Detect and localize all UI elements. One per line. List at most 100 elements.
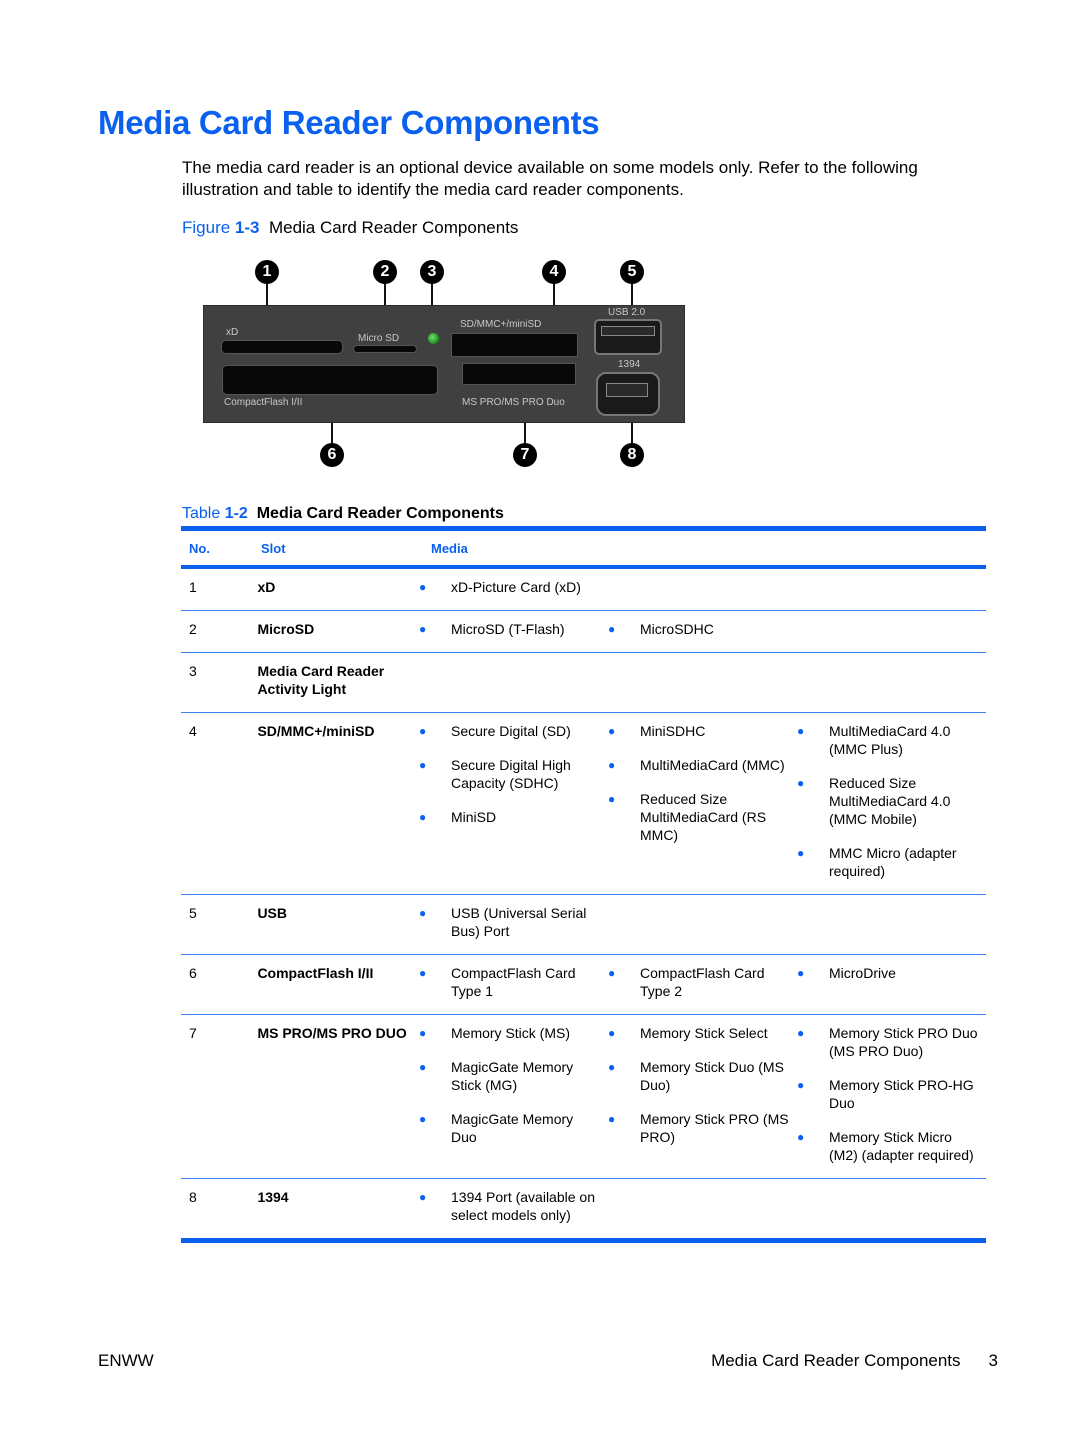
bullet-icon: ● <box>419 724 427 738</box>
media-column: ● Memory Stick (MS) ● MagicGate Memory Stic… <box>419 1024 608 1164</box>
cell-slot: xD <box>257 579 276 595</box>
table-header-row: No. Slot Media <box>181 531 986 565</box>
media-column <box>797 1188 986 1224</box>
callout-4: 4 <box>542 260 566 284</box>
media-list-item: ● Memory Stick Select <box>608 1024 797 1042</box>
bullet-icon: ● <box>608 966 616 980</box>
media-item-text: Memory Stick PRO-HG Duo <box>829 1077 974 1111</box>
callout-7: 7 <box>513 443 537 467</box>
media-item-text: USB (Universal Serial Bus) Port <box>451 905 587 939</box>
microsd-slot <box>354 346 416 352</box>
callout-2: 2 <box>373 260 397 284</box>
media-item-text: CompactFlash Card Type 2 <box>640 965 765 999</box>
media-column <box>797 620 986 638</box>
panel-label-ms: MS PRO/MS PRO Duo <box>462 397 565 408</box>
media-item-text: CompactFlash Card Type 1 <box>451 965 576 999</box>
bullet-icon: ● <box>797 724 805 738</box>
bullet-icon: ● <box>419 906 427 920</box>
table-row: 4 SD/MMC+/miniSD ● Secure Digital (SD) ● Secu… <box>181 713 986 895</box>
media-column: ● MicroSD (T-Flash) <box>419 620 608 638</box>
media-list-item: ● Memory Stick Duo (MS Duo) <box>608 1058 797 1094</box>
media-column <box>797 662 986 698</box>
bullet-icon: ● <box>608 792 616 806</box>
media-card-reader-illustration: xD Micro SD SD/MMC+/miniSD CompactFlash … <box>200 255 690 475</box>
media-column: ● CompactFlash Card Type 1 <box>419 964 608 1000</box>
media-list-item: ● MiniSD <box>419 808 608 826</box>
bullet-icon: ● <box>419 1112 427 1126</box>
media-item-text: MiniSDHC <box>640 723 706 739</box>
media-column <box>608 904 797 940</box>
cell-slot: Media Card Reader Activity Light <box>257 663 385 697</box>
media-item-text: MicroSD (T-Flash) <box>451 621 565 637</box>
cell-no: 7 <box>189 1025 197 1041</box>
media-list-item: ● MultiMediaCard 4.0 (MMC Plus) <box>797 722 986 758</box>
callout-6: 6 <box>320 443 344 467</box>
media-column <box>419 662 608 698</box>
media-column: ● Memory Stick Select ● Memory Stick Duo (M… <box>608 1024 797 1164</box>
media-item-text: Memory Stick PRO Duo (MS PRO Duo) <box>829 1025 978 1059</box>
media-item-text: MiniSD <box>451 809 497 825</box>
header-media: Media <box>431 540 468 556</box>
figure-caption: Figure 1-3 Media Card Reader Components <box>182 218 518 238</box>
media-item-text: Reduced Size MultiMediaCard (RS MMC) <box>640 791 767 843</box>
footer-locale: ENWW <box>98 1351 154 1370</box>
media-item-text: xD-Picture Card (xD) <box>451 579 581 595</box>
bullet-icon: ● <box>797 1078 805 1092</box>
media-list-item: ● MiniSDHC <box>608 722 797 740</box>
table-bottom-rule <box>181 1238 986 1243</box>
media-list-item: ● Memory Stick PRO (MS PRO) <box>608 1110 797 1146</box>
callout-1: 1 <box>255 260 279 284</box>
media-list-item: ● Reduced Size MultiMediaCard (RS MMC) <box>608 790 797 844</box>
bullet-icon: ● <box>419 622 427 636</box>
media-list-item: ● Memory Stick (MS) <box>419 1024 608 1042</box>
media-list-item: ● MagicGate Memory Stick (MG) <box>419 1058 608 1094</box>
cell-no: 3 <box>189 663 197 679</box>
media-list-item: ● Memory Stick PRO-HG Duo <box>797 1076 986 1112</box>
table-label-prefix: Table <box>182 505 225 522</box>
page-title: Media Card Reader Components <box>98 104 600 141</box>
bullet-icon: ● <box>608 1060 616 1074</box>
header-no: No. <box>189 540 210 556</box>
memory-stick-slot <box>463 364 575 384</box>
media-list-item: ● MagicGate Memory Duo <box>419 1110 608 1146</box>
media-item-text: MultiMediaCard (MMC) <box>640 757 785 773</box>
panel-label-cf: CompactFlash I/II <box>224 397 303 408</box>
media-list-item: ● MultiMediaCard (MMC) <box>608 756 797 774</box>
cell-media: ● 1394 Port (available on select models o… <box>419 1188 986 1224</box>
media-list-item: ● MicroSD (T-Flash) <box>419 620 608 638</box>
bullet-icon: ● <box>419 580 427 594</box>
media-item-text: Reduced Size MultiMediaCard 4.0 (MMC Mob… <box>829 775 951 827</box>
cell-no: 5 <box>189 905 197 921</box>
bullet-icon: ● <box>419 1190 427 1204</box>
media-column: ● Memory Stick PRO Duo (MS PRO Duo) ● Memor… <box>797 1024 986 1164</box>
media-list-item: ● Memory Stick PRO Duo (MS PRO Duo) <box>797 1024 986 1060</box>
media-list-item: ● MMC Micro (adapter required) <box>797 844 986 880</box>
bullet-icon: ● <box>797 846 805 860</box>
media-column <box>608 1188 797 1224</box>
xd-slot <box>222 341 342 353</box>
panel-label-1394: 1394 <box>618 359 641 370</box>
media-list-item: ● MicroSDHC <box>608 620 797 638</box>
table-body: 1 xD ● xD-Picture Card (xD) 2 MicroSD ● MicroSD… <box>181 569 986 1238</box>
bullet-icon: ● <box>608 1026 616 1040</box>
media-item-text: Memory Stick Micro (M2) (adapter require… <box>829 1129 974 1163</box>
media-item-text: Memory Stick PRO (MS PRO) <box>640 1111 789 1145</box>
compactflash-slot <box>223 366 437 394</box>
media-column: ● MiniSDHC ● MultiMediaCard (MMC) ● Reduced S… <box>608 722 797 880</box>
media-column: ● USB (Universal Serial Bus) Port <box>419 904 608 940</box>
media-column: ● MicroSDHC <box>608 620 797 638</box>
panel-label-microsd: Micro SD <box>358 333 400 344</box>
cell-no: 4 <box>189 723 197 739</box>
media-list-item: ● USB (Universal Serial Bus) Port <box>419 904 608 940</box>
table-row: 2 MicroSD ● MicroSD (T-Flash) ● MicroSDHC <box>181 611 986 653</box>
figure-label-number: 1-3 <box>234 218 260 237</box>
media-item-text: Secure Digital High Capacity (SDHC) <box>451 757 571 791</box>
table-label: Table 1-2 <box>182 505 248 522</box>
bullet-icon: ● <box>797 1026 805 1040</box>
cell-slot: MicroSD <box>257 621 315 637</box>
cell-slot: MS PRO/MS PRO DUO <box>257 1025 407 1041</box>
intro-paragraph: The media card reader is an optional dev… <box>182 158 918 199</box>
media-item-text: Secure Digital (SD) <box>451 723 571 739</box>
bullet-icon: ● <box>419 1060 427 1074</box>
bullet-icon: ● <box>608 724 616 738</box>
